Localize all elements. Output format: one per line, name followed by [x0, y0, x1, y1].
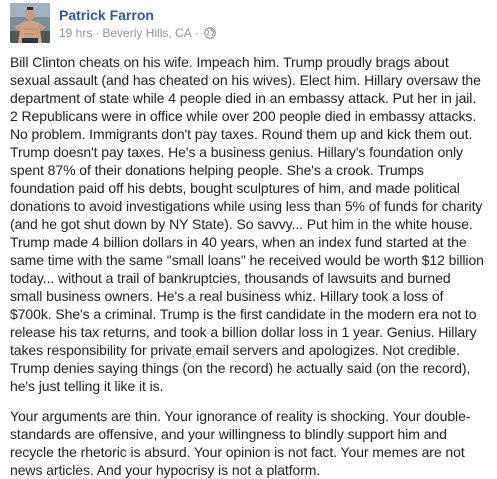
- post-paragraph-1: Bill Clinton cheats on his wife. Impeach…: [10, 54, 484, 394]
- author-avatar[interactable]: [10, 3, 50, 43]
- globe-icon[interactable]: [203, 27, 216, 39]
- post-timestamp-link[interactable]: 19 hrs: [59, 25, 92, 41]
- facebook-post: Patrick Farron 19 hrs · Beverly Hills, C…: [0, 0, 497, 478]
- meta-separator: ·: [194, 26, 199, 40]
- post-paragraph-2: Your arguments are thin. Your ignorance …: [10, 408, 471, 478]
- post-subline: 19 hrs · Beverly Hills, CA ·: [59, 25, 216, 41]
- avatar-image: [10, 3, 50, 43]
- post-location-link[interactable]: Beverly Hills, CA: [102, 25, 191, 41]
- author-name-link[interactable]: Patrick Farron: [59, 7, 154, 24]
- meta-separator: ·: [95, 26, 100, 40]
- post-body: Bill Clinton cheats on his wife. Impeach…: [10, 53, 485, 479]
- post-meta: Patrick Farron 19 hrs · Beverly Hills, C…: [59, 7, 216, 41]
- post-header: Patrick Farron 19 hrs · Beverly Hills, C…: [10, 3, 485, 43]
